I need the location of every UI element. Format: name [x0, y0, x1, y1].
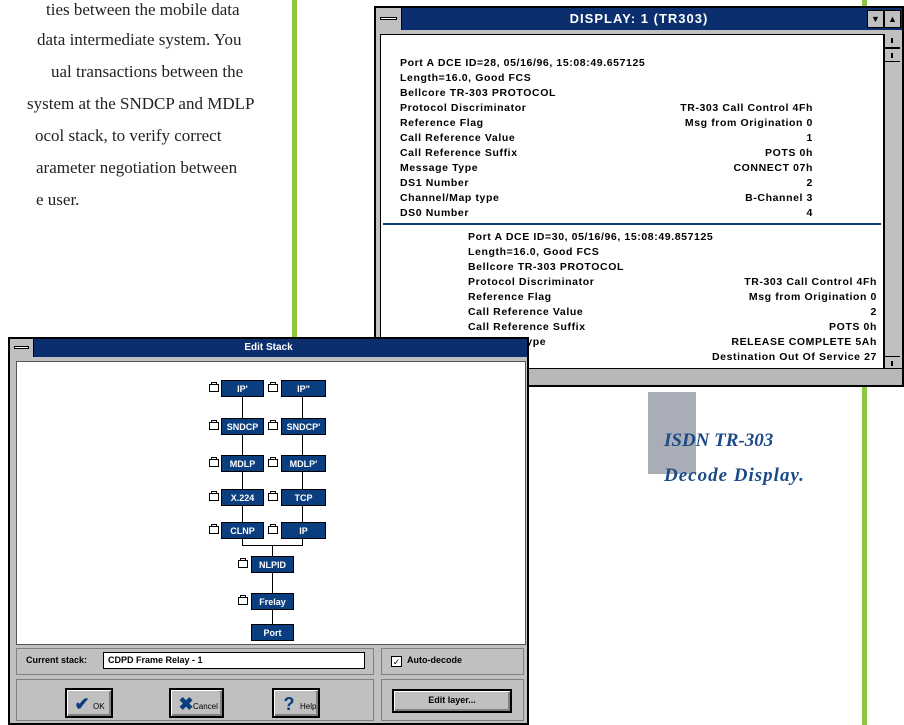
layer-icon[interactable] [238, 558, 248, 568]
field-label: Call Reference Value [468, 306, 584, 318]
layer-icon[interactable] [268, 420, 278, 430]
layer-icon[interactable] [268, 524, 278, 534]
checkmark-icon: ✔ [74, 694, 90, 714]
layer-icon[interactable] [209, 524, 219, 534]
edit-stack-window: Edit Stack IP' IP" SNDCP SNDCP' MDLP MDL… [8, 337, 529, 725]
field-label: Protocol Discriminator [468, 276, 595, 288]
stack-node-sndcp[interactable]: SNDCP [221, 418, 264, 435]
frame2-header: Length=16.0, Good FCS [468, 246, 600, 258]
layer-icon[interactable] [238, 595, 248, 605]
field-label: Call Reference Suffix [468, 321, 586, 333]
system-menu-icon[interactable] [376, 8, 402, 30]
question-mark-icon: ? [283, 694, 295, 714]
field-label: Call Reference Value [400, 132, 516, 144]
paragraph-line: arameter negotiation between [36, 158, 238, 177]
system-menu-icon[interactable] [10, 339, 34, 357]
layer-icon[interactable] [209, 382, 219, 392]
edit-stack-title: Edit Stack [244, 342, 293, 353]
layer-icon[interactable] [268, 382, 278, 392]
paragraph-line: ties between the mobile data [46, 0, 240, 19]
cancel-label: Cancel [193, 702, 218, 711]
stack-node-ip-prime[interactable]: IP' [221, 380, 264, 397]
stack-canvas: IP' IP" SNDCP SNDCP' MDLP MDLP' X.224 TC… [16, 361, 526, 645]
stack-node-mdlp-prime[interactable]: MDLP' [281, 455, 326, 472]
green-rule-right [862, 387, 867, 725]
caption-line-2: Decode Display. [664, 465, 805, 486]
paragraph-line: system at the SNDCP and MDLP [27, 94, 255, 113]
display-title: DISPLAY: 1 (TR303) [569, 11, 709, 26]
current-stack-label: Current stack: [26, 655, 88, 665]
field-value: Msg from Origination 0 [748, 291, 877, 303]
field-value: 4 [806, 207, 813, 219]
stack-node-ip-dprime[interactable]: IP" [281, 380, 326, 397]
stack-node-nlpid[interactable]: NLPID [251, 556, 294, 573]
layer-icon[interactable] [209, 491, 219, 501]
field-label: Reference Flag [400, 117, 484, 129]
layer-icon[interactable] [268, 457, 278, 467]
layer-icon[interactable] [268, 491, 278, 501]
stack-node-port[interactable]: Port [251, 624, 294, 641]
layer-icon[interactable] [209, 457, 219, 467]
layer-icon[interactable] [209, 420, 219, 430]
frame2-header: Port A DCE ID=30, 05/16/96, 15:08:49.857… [468, 231, 714, 243]
decode-text-pane[interactable]: Port A DCE ID=28, 05/16/96, 15:08:49.657… [380, 34, 884, 372]
frame-separator [383, 223, 881, 225]
frame1-header: Port A DCE ID=28, 05/16/96, 15:08:49.657… [400, 57, 646, 69]
field-label: Call Reference Suffix [400, 147, 518, 159]
field-label: DS0 Number [400, 207, 470, 219]
edit-layer-label: Edit layer... [428, 695, 476, 705]
display-window: DISPLAY: 1 (TR303) ▼ ▲ Port A DCE ID=28,… [374, 6, 904, 387]
field-label: Protocol Discriminator [400, 102, 527, 114]
stack-node-sndcp-prime[interactable]: SNDCP' [281, 418, 326, 435]
edit-layer-button[interactable]: Edit layer... [392, 689, 512, 713]
green-rule-left [292, 0, 297, 337]
help-label: Help [300, 702, 317, 711]
frame1-header: Length=16.0, Good FCS [400, 72, 532, 84]
field-value: TR-303 Call Control 4Fh [744, 276, 877, 288]
vertical-scrollbar[interactable] [884, 34, 900, 370]
paragraph-line: data intermediate system. You [37, 30, 242, 49]
field-label: Reference Flag [468, 291, 552, 303]
stack-node-clnp[interactable]: CLNP [221, 522, 264, 539]
field-value: TR-303 Call Control 4Fh [680, 102, 813, 114]
field-value: 2 [806, 177, 813, 189]
help-button[interactable]: ? Help [272, 688, 320, 718]
paragraph-line: ual transactions between the [51, 62, 244, 81]
ok-label: OK [93, 702, 105, 711]
field-value: 2 [870, 306, 877, 318]
stack-node-tcp[interactable]: TCP [281, 489, 326, 506]
field-label: Channel/Map type [400, 192, 500, 204]
stack-node-mdlp[interactable]: MDLP [221, 455, 264, 472]
paragraph-line: ocol stack, to verify correct [35, 126, 222, 145]
field-value: CONNECT 07h [733, 162, 813, 174]
caption-line-1: ISDN TR-303 [664, 430, 774, 451]
auto-decode-checkbox[interactable]: ✓ [391, 656, 402, 667]
paragraph-line: e user. [36, 190, 80, 209]
field-value: POTS 0h [829, 321, 877, 333]
field-value: RELEASE COMPLETE 5Ah [731, 336, 877, 348]
scroll-thumb[interactable] [885, 48, 900, 62]
current-stack-field[interactable]: CDPD Frame Relay - 1 [103, 652, 365, 669]
stack-node-frelay[interactable]: Frelay [251, 593, 294, 610]
stack-node-ip[interactable]: IP [281, 522, 326, 539]
frame2-header: Bellcore TR-303 PROTOCOL [468, 261, 624, 273]
scroll-up-icon[interactable] [885, 34, 900, 48]
display-titlebar[interactable]: DISPLAY: 1 (TR303) [376, 8, 902, 30]
field-value: B-Channel 3 [745, 192, 813, 204]
field-value: Msg from Origination 0 [684, 117, 813, 129]
auto-decode-label: Auto-decode [407, 655, 462, 665]
ok-button[interactable]: ✔ OK [65, 688, 113, 718]
field-value: Destination Out Of Service 27 [711, 351, 877, 363]
frame1-header: Bellcore TR-303 PROTOCOL [400, 87, 556, 99]
cancel-button[interactable]: ✖ Cancel [169, 688, 224, 718]
stack-node-x224[interactable]: X.224 [221, 489, 264, 506]
edit-stack-titlebar[interactable]: Edit Stack [10, 339, 527, 357]
minimize-arrow-icon[interactable]: ▼ [867, 10, 884, 28]
maximize-arrow-icon[interactable]: ▲ [884, 10, 901, 28]
field-value: 1 [806, 132, 813, 144]
field-value: POTS 0h [765, 147, 813, 159]
field-label: Message Type [400, 162, 479, 174]
field-label: DS1 Number [400, 177, 470, 189]
